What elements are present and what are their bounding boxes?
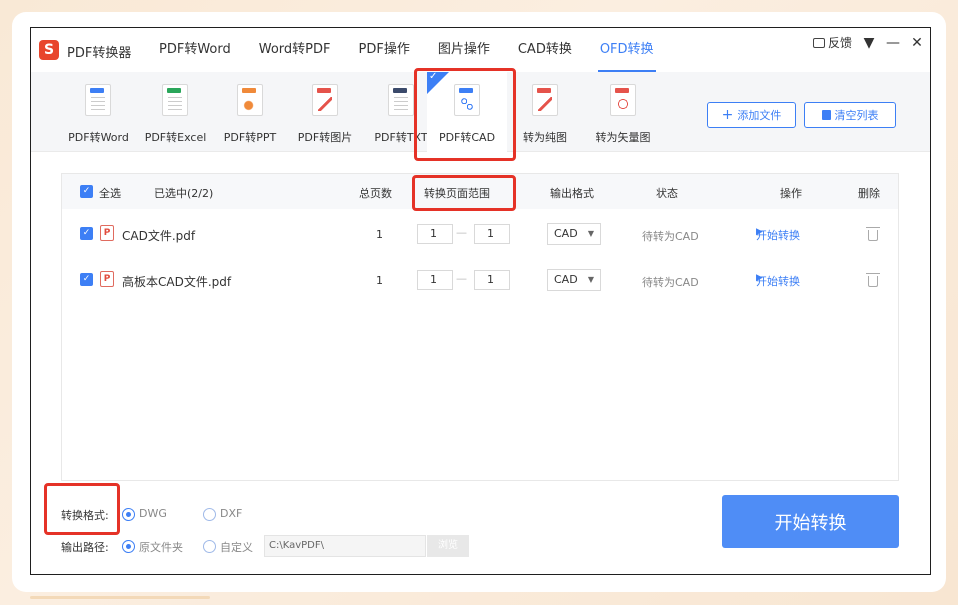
start-convert-label: 开始转换 <box>756 275 800 288</box>
clear-list-button[interactable]: 清空列表 <box>804 102 896 128</box>
file-name: CAD文件.pdf <box>122 229 196 243</box>
tool-label: PDF转图片 <box>297 131 353 144</box>
tool-label: PDF转PPT <box>223 131 277 144</box>
format-dwg-label: DWG <box>139 507 167 520</box>
select-all-label: 全选 <box>99 187 121 200</box>
row-status: 待转为CAD <box>642 230 699 243</box>
tool-label: PDF转Excel <box>144 131 207 144</box>
start-conversion-button[interactable]: 开始转换 <box>722 495 899 548</box>
app-name: PDF转换器 <box>67 46 132 61</box>
output-format-value: CAD <box>554 227 578 240</box>
format-dxf-label: DXF <box>220 507 243 520</box>
start-convert-label: 开始转换 <box>756 229 800 242</box>
tab-pdf-operations[interactable]: PDF操作 <box>345 28 424 72</box>
caret-down-icon: ▼ <box>587 275 594 284</box>
row-status: 待转为CAD <box>642 276 699 289</box>
header-output-format: 输出格式 <box>550 187 594 200</box>
feedback-label: 反馈 <box>827 36 852 50</box>
image-file-icon <box>312 84 338 116</box>
select-all-checkbox[interactable]: ✓ <box>80 185 93 198</box>
table-row: ✓ P 高板本CAD文件.pdf 1 1 — 1 CAD ▼ 待转为CAD ▶ … <box>62 257 898 303</box>
caret-down-icon: ▼ <box>587 229 594 238</box>
pure-image-file-icon <box>532 84 558 116</box>
tool-pdf-to-image[interactable]: PDF转图片 <box>289 72 361 152</box>
pdf-file-icon: P <box>100 271 114 287</box>
decorative-line <box>30 596 210 599</box>
tool-to-vector-image[interactable]: 转为矢量图 <box>585 72 661 152</box>
vector-file-icon <box>610 84 636 116</box>
page-count: 1 <box>376 274 383 287</box>
main-tabs: PDF转Word Word转PDF PDF操作 图片操作 CAD转换 OFD转换 <box>145 28 668 72</box>
header-pages: 总页数 <box>359 187 392 200</box>
output-path-label: 输出路径: <box>61 541 109 554</box>
tool-label: 转为纯图 <box>523 131 567 144</box>
page-count: 1 <box>376 228 383 241</box>
range-to-input[interactable]: 1 <box>474 224 510 244</box>
original-folder-label: 原文件夹 <box>139 541 183 554</box>
tab-cad-conversion[interactable]: CAD转换 <box>504 28 586 72</box>
clear-list-label: 清空列表 <box>834 109 879 122</box>
row-checkbox[interactable]: ✓ <box>80 227 93 240</box>
output-format-select[interactable]: CAD ▼ <box>547 269 601 291</box>
add-file-label: 添加文件 <box>737 109 782 122</box>
app-window: S PDF转换器 PDF转Word Word转PDF PDF操作 图片操作 CA… <box>30 27 931 575</box>
tool-pdf-to-excel[interactable]: PDF转Excel <box>138 72 213 152</box>
browse-button[interactable]: 浏览 <box>427 535 469 557</box>
header-status: 状态 <box>656 187 678 200</box>
pdf-file-icon: P <box>100 225 114 241</box>
highlight-pdf-to-cad <box>414 68 516 161</box>
excel-file-icon <box>162 84 188 116</box>
add-file-button[interactable]: + 添加文件 <box>707 102 796 128</box>
word-file-icon <box>85 84 111 116</box>
close-icon[interactable]: ✕ <box>910 35 924 51</box>
tool-label: PDF转Word <box>68 131 129 144</box>
minimize-icon[interactable]: — <box>886 35 900 51</box>
feedback-button[interactable]: 反馈 <box>812 34 852 51</box>
tab-word-to-pdf[interactable]: Word转PDF <box>245 28 345 72</box>
format-dwg-radio[interactable] <box>122 508 135 521</box>
delete-row-icon[interactable] <box>866 227 880 241</box>
range-from-input[interactable]: 1 <box>417 224 453 244</box>
trash-icon <box>821 110 831 120</box>
delete-row-icon[interactable] <box>866 273 880 287</box>
title-bar-controls: 反馈 ▼ — ✕ <box>812 34 924 51</box>
tool-label: 转为矢量图 <box>595 131 651 144</box>
tool-pdf-to-ppt[interactable]: PDF转PPT <box>215 72 285 152</box>
plus-icon: + <box>721 107 734 123</box>
highlight-format <box>44 483 120 535</box>
header-delete: 删除 <box>858 187 880 200</box>
tool-pdf-to-word[interactable]: PDF转Word <box>61 72 136 152</box>
output-format-select[interactable]: CAD ▼ <box>547 223 601 245</box>
row-checkbox[interactable]: ✓ <box>80 273 93 286</box>
range-from-input[interactable]: 1 <box>417 270 453 290</box>
format-dxf-radio[interactable] <box>203 508 216 521</box>
ppt-file-icon <box>237 84 263 116</box>
feedback-icon <box>812 38 825 48</box>
table-row: ✓ P CAD文件.pdf 1 1 — 1 CAD ▼ 待转为CAD ▶ 开始转… <box>62 211 898 257</box>
menu-dropdown-icon[interactable]: ▼ <box>862 35 876 51</box>
txt-file-icon <box>388 84 414 116</box>
file-table: ✓ 全选 已选中(2/2) 总页数 转换页面范围 输出格式 状态 操作 删除 ✓… <box>61 173 899 481</box>
selected-count: 已选中(2/2) <box>154 187 214 200</box>
custom-path-label: 自定义 <box>220 541 253 554</box>
app-logo-icon: S <box>39 40 59 60</box>
header-action: 操作 <box>780 187 802 200</box>
custom-path-radio[interactable] <box>203 540 216 553</box>
range-to-input[interactable]: 1 <box>474 270 510 290</box>
tab-image-operations[interactable]: 图片操作 <box>424 28 504 72</box>
highlight-page-range <box>412 175 516 211</box>
title-bar: S PDF转换器 PDF转Word Word转PDF PDF操作 图片操作 CA… <box>31 28 930 72</box>
tab-ofd-conversion[interactable]: OFD转换 <box>586 28 668 72</box>
file-name: 高板本CAD文件.pdf <box>122 275 232 289</box>
tab-pdf-to-word[interactable]: PDF转Word <box>145 28 245 72</box>
original-folder-radio[interactable] <box>122 540 135 553</box>
output-path-input[interactable]: C:\KavPDF\ <box>264 535 426 557</box>
tool-to-pure-image[interactable]: 转为纯图 <box>509 72 581 152</box>
output-format-value: CAD <box>554 273 578 286</box>
